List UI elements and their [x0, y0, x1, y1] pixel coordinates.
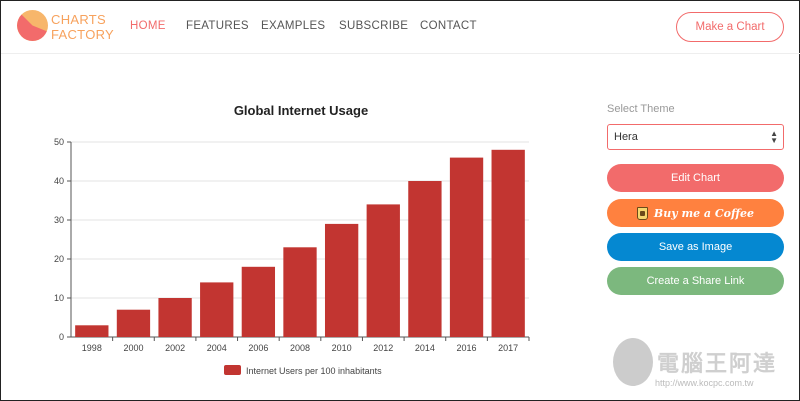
logo-text[interactable]: CHARTS FACTORY [51, 12, 114, 42]
bar-chart: 0 10 20 30 40 50 1998 2000 2002 2004 2006 2008 2010 2… [54, 137, 530, 376]
x-tick-label: 2010 [332, 343, 352, 353]
nav-subscribe[interactable]: SUBSCRIBE [339, 20, 408, 32]
bar [200, 282, 234, 337]
buy-coffee-button[interactable]: Buy me a Coffee [607, 199, 784, 227]
x-tick-label: 2016 [457, 343, 477, 353]
y-tick-label: 10 [54, 293, 64, 303]
bar [324, 223, 359, 337]
bar [283, 247, 317, 337]
bar [408, 181, 442, 337]
logo-icon[interactable] [17, 10, 48, 41]
coffee-cup-icon [636, 206, 648, 220]
x-tick-label: 2000 [123, 343, 143, 353]
save-image-button[interactable]: Save as Image [607, 233, 784, 261]
x-tick-label: 2012 [373, 343, 393, 353]
x-tick-label: 2002 [165, 343, 185, 353]
legend-swatch [224, 365, 241, 375]
theme-select-value: Hera [614, 131, 638, 143]
x-tick-label: 2004 [207, 343, 227, 353]
y-tick-label: 0 [59, 332, 64, 342]
logo-line2: FACTORY [51, 27, 115, 42]
bar [491, 149, 525, 337]
bar [366, 204, 400, 337]
watermark-mascot-icon [613, 338, 653, 386]
edit-chart-button[interactable]: Edit Chart [607, 164, 784, 192]
bar [449, 157, 484, 337]
header-divider [1, 53, 800, 54]
chart-title: Global Internet Usage [233, 103, 369, 118]
watermark-text: 電腦王阿達 [657, 351, 778, 376]
y-tick-label: 30 [54, 215, 64, 225]
x-tick-label: 1998 [82, 343, 102, 353]
x-tick-label: 2008 [290, 343, 310, 353]
nav-home[interactable]: HOME [130, 20, 166, 32]
bar [241, 266, 276, 337]
watermark-url: http://www.kocpc.com.tw [655, 378, 754, 388]
logo-line1: CHARTS [51, 12, 107, 27]
bar [75, 325, 109, 337]
y-tick-label: 40 [54, 176, 64, 186]
select-caret-icon: ▲ ▼ [770, 129, 778, 145]
y-tick-label: 20 [54, 254, 64, 264]
legend-label: Internet Users per 100 inhabitants [246, 366, 382, 376]
buy-coffee-label: Buy me a Coffee [653, 206, 755, 220]
nav-contact[interactable]: CONTACT [420, 20, 477, 32]
nav-examples[interactable]: EXAMPLES [261, 20, 325, 32]
x-tick-label: 2006 [248, 343, 268, 353]
x-tick-label: 2014 [415, 343, 435, 353]
theme-select[interactable]: Hera ▲ ▼ [607, 124, 784, 150]
theme-label: Select Theme [607, 103, 675, 115]
make-chart-button[interactable]: Make a Chart [676, 12, 784, 42]
nav-features[interactable]: FEATURES [186, 20, 249, 32]
y-tick-label: 50 [54, 137, 64, 147]
share-link-button[interactable]: Create a Share Link [607, 267, 784, 295]
app-frame: CHARTS FACTORY HOME FEATURES EXAMPLES SU… [0, 0, 800, 401]
x-tick-label: 2017 [498, 343, 518, 353]
bar [158, 298, 192, 337]
bar [116, 309, 151, 337]
